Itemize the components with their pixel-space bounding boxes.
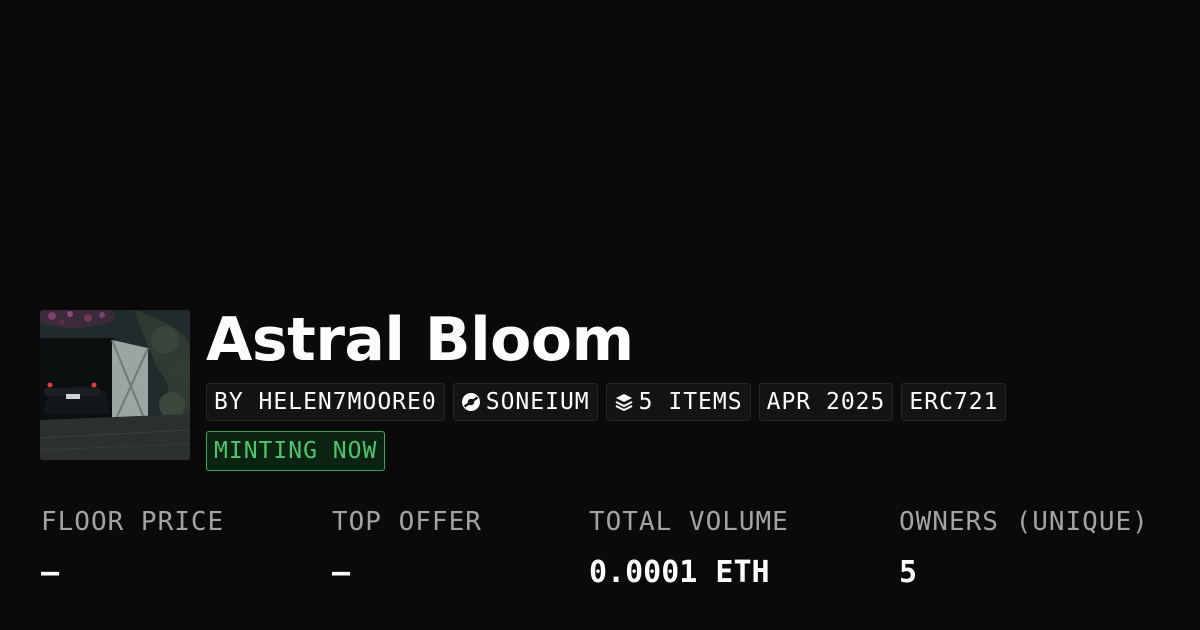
- layers-icon: [614, 392, 634, 412]
- chain-tag[interactable]: SONEIUM: [452, 383, 598, 421]
- stat-value: 5: [899, 555, 918, 590]
- stat-total-volume: TOTAL VOLUME 0.0001 ETH: [589, 506, 789, 590]
- chain-label: SONEIUM: [485, 389, 590, 415]
- car-garage-image: [40, 310, 190, 460]
- stat-value: 0.0001 ETH: [589, 555, 770, 590]
- standard-tag: ERC721: [901, 383, 1007, 421]
- items-label: 5 ITEMS: [638, 389, 743, 415]
- minting-status-badge[interactable]: MINTING NOW: [206, 431, 386, 471]
- soneium-logo-icon: [461, 392, 481, 412]
- stat-label: TOTAL VOLUME: [589, 507, 789, 537]
- creator-tag[interactable]: BY HELEN7MOORE0: [206, 383, 445, 421]
- stat-label: OWNERS (UNIQUE): [899, 507, 1149, 537]
- stat-label: FLOOR PRICE: [41, 507, 225, 537]
- date-label: APR 2025: [766, 389, 886, 415]
- collection-card: Astral Bloom BY HELEN7MOORE0 SONEIUM 5 I…: [0, 0, 1200, 630]
- stat-owners: OWNERS (UNIQUE) 5: [899, 506, 1149, 590]
- stat-label: TOP OFFER: [332, 507, 482, 537]
- stat-value: –: [41, 555, 60, 590]
- collection-title: Astral Bloom: [206, 305, 634, 375]
- creator-label: BY HELEN7MOORE0: [214, 389, 437, 415]
- standard-label: ERC721: [909, 389, 999, 415]
- stat-top-offer: TOP OFFER –: [332, 506, 482, 590]
- stat-floor-price: FLOOR PRICE –: [41, 506, 224, 590]
- minting-status-label: MINTING NOW: [214, 438, 378, 464]
- collection-thumbnail: [40, 310, 190, 460]
- collection-tags: BY HELEN7MOORE0 SONEIUM 5 ITEMS APR 2025…: [206, 383, 1007, 421]
- stat-value: –: [332, 555, 351, 590]
- date-tag: APR 2025: [758, 383, 894, 421]
- items-tag[interactable]: 5 ITEMS: [605, 383, 751, 421]
